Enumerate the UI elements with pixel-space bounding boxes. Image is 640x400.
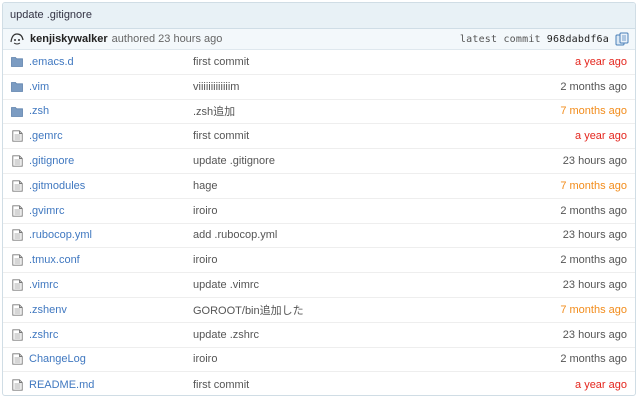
- file-row: .tmux.conf iroiro 2 months ago: [3, 248, 635, 274]
- commit-age: 23 hours ago: [562, 229, 627, 242]
- file-row: .gitmodules hage 7 months ago: [3, 174, 635, 199]
- folder-icon: [11, 81, 23, 93]
- commit-meta: kenjiskywalker authored 23 hours ago lat…: [3, 29, 635, 50]
- file-name-link[interactable]: .tmux.conf: [29, 254, 197, 266]
- commit-age: 23 hours ago: [562, 155, 627, 168]
- commit-age: 7 months ago: [560, 303, 627, 316]
- commit-title[interactable]: update .gitignore: [3, 3, 635, 29]
- commit-message-link[interactable]: iroiro: [193, 254, 217, 266]
- file-row: README.md first commit a year ago: [3, 372, 635, 395]
- commit-message-link[interactable]: update .zshrc: [193, 329, 259, 341]
- file-name-link[interactable]: .rubocop.yml: [29, 229, 197, 241]
- commit-age: 7 months ago: [560, 179, 627, 192]
- file-row: .zsh .zsh追加 7 months ago: [3, 100, 635, 125]
- commit-age: a year ago: [575, 130, 627, 143]
- commit-message-link[interactable]: update .vimrc: [193, 279, 259, 291]
- file-icon: [11, 279, 23, 291]
- file-list: .emacs.d first commit a year ago .vim vi…: [3, 50, 635, 395]
- file-row: ChangeLog iroiro 2 months ago: [3, 348, 635, 373]
- file-icon: [11, 254, 23, 266]
- commit-age: 23 hours ago: [562, 328, 627, 341]
- file-name-link[interactable]: .zsh: [29, 105, 197, 117]
- commit-authored-text: authored 23 hours ago: [111, 33, 223, 45]
- file-icon: [11, 304, 23, 316]
- commit-sha-link[interactable]: 968dabdf6a: [547, 34, 609, 45]
- file-row: .emacs.d first commit a year ago: [3, 50, 635, 75]
- file-icon: [11, 353, 23, 366]
- commit-message-link[interactable]: GOROOT/bin追加した: [193, 302, 304, 318]
- commit-message-link[interactable]: .zsh追加: [193, 103, 235, 119]
- commit-message-link[interactable]: first commit: [193, 130, 249, 142]
- commit-message-link[interactable]: first commit: [193, 379, 249, 391]
- file-icon: [11, 155, 23, 167]
- file-name-link[interactable]: .vim: [29, 81, 197, 93]
- file-name-link[interactable]: README.md: [29, 379, 197, 391]
- file-row: .gemrc first commit a year ago: [3, 124, 635, 150]
- file-row: .gitignore update .gitignore 23 hours ag…: [3, 149, 635, 174]
- commit-author-link[interactable]: kenjiskywalker: [30, 33, 108, 45]
- file-row: .vimrc update .vimrc 23 hours ago: [3, 273, 635, 298]
- commit-message-link[interactable]: iroiro: [193, 353, 217, 365]
- commit-message-link[interactable]: viiiiiiiiiiiiim: [193, 81, 239, 93]
- commit-age: a year ago: [575, 378, 627, 391]
- commit-age: 2 months ago: [560, 204, 627, 217]
- file-name-link[interactable]: .emacs.d: [29, 56, 197, 68]
- commit-message-link[interactable]: first commit: [193, 56, 249, 68]
- file-name-link[interactable]: .zshenv: [29, 304, 197, 316]
- commit-message-link[interactable]: add .rubocop.yml: [193, 229, 277, 241]
- commit-message-link[interactable]: iroiro: [193, 205, 217, 217]
- file-icon: [11, 379, 23, 391]
- file-icon: [11, 180, 23, 192]
- latest-commit-label: latest commit: [459, 33, 541, 45]
- file-name-link[interactable]: .zshrc: [29, 329, 197, 341]
- commit-message-link[interactable]: hage: [193, 180, 217, 192]
- file-name-link[interactable]: .gitmodules: [29, 180, 197, 192]
- commit-age: a year ago: [575, 55, 627, 68]
- file-name-link[interactable]: .vimrc: [29, 279, 197, 291]
- file-browser: update .gitignore kenjiskywalker authore…: [2, 2, 636, 396]
- commit-age: 23 hours ago: [562, 279, 627, 292]
- file-name-link[interactable]: .gvimrc: [29, 205, 197, 217]
- commit-age: 7 months ago: [560, 105, 627, 118]
- file-name-link[interactable]: ChangeLog: [29, 353, 197, 365]
- avatar[interactable]: [9, 32, 25, 46]
- file-row: .zshenv GOROOT/bin追加した 7 months ago: [3, 298, 635, 323]
- file-icon: [11, 329, 23, 341]
- commit-age: 2 months ago: [560, 353, 627, 366]
- commit-age: 2 months ago: [560, 254, 627, 267]
- file-row: .gvimrc iroiro 2 months ago: [3, 199, 635, 224]
- file-name-link[interactable]: .gemrc: [29, 130, 197, 142]
- file-icon: [11, 229, 23, 242]
- file-icon: [11, 205, 23, 217]
- folder-icon: [11, 105, 23, 117]
- file-row: .rubocop.yml add .rubocop.yml 23 hours a…: [3, 224, 635, 249]
- folder-icon: [11, 56, 23, 68]
- file-icon: [11, 130, 23, 142]
- file-row: .zshrc update .zshrc 23 hours ago: [3, 323, 635, 348]
- latest-commit: latest commit 968dabdf6a: [460, 34, 609, 45]
- file-row: .vim viiiiiiiiiiiiim 2 months ago: [3, 75, 635, 100]
- file-name-link[interactable]: .gitignore: [29, 155, 197, 167]
- clipboard-copy-icon[interactable]: [615, 32, 629, 46]
- commit-age: 2 months ago: [560, 80, 627, 93]
- commit-message-link[interactable]: update .gitignore: [193, 155, 275, 167]
